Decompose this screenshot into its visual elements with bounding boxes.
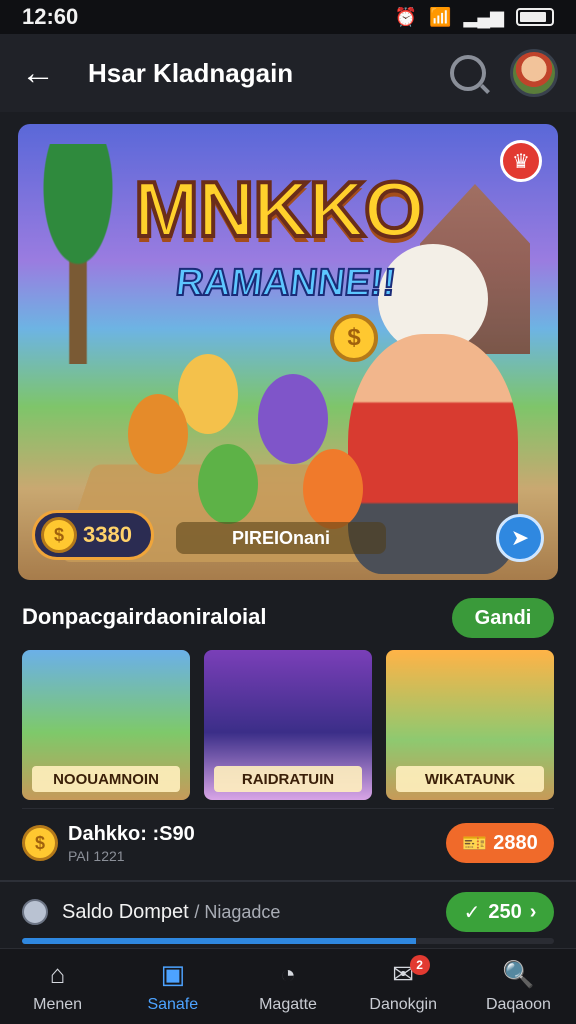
home-icon: ⌂ xyxy=(49,959,66,989)
nav-item-games[interactable]: ▣ Sanafe xyxy=(115,949,230,1024)
coin-icon: $ xyxy=(41,517,77,553)
coin-row-text: Dahkko: :S90 PAI 1221 xyxy=(68,823,195,864)
status-bar: 12:60 ⏰ 📶 ▂▄▆ xyxy=(0,0,576,34)
hero-banner[interactable]: MNKKO RAMANNE!! ♛ $ $ 3380 PIREIOnani ➤ xyxy=(18,124,558,580)
nav-item-search[interactable]: 🔍 Daqaoon xyxy=(461,949,576,1024)
nav-item-label: Daqaoon xyxy=(485,995,551,1013)
wifi-icon: 📶 xyxy=(429,6,452,27)
coin-icon: $ xyxy=(330,314,378,362)
coin-row-button[interactable]: 🎫 2880 xyxy=(446,823,554,863)
nav-item-label: Sanafe xyxy=(147,995,199,1013)
wallet-label-main: Saldo Dompet xyxy=(62,900,189,923)
back-button[interactable]: ← xyxy=(18,53,58,93)
game-card-label: RAIDRATUIN xyxy=(214,766,362,792)
section-button[interactable]: Gandi xyxy=(452,598,554,638)
wallet-button-value: 250 xyxy=(488,900,522,923)
section-title: Donpacgairdaoniraloial xyxy=(22,604,267,629)
status-time: 12:60 xyxy=(22,4,79,29)
character-graphic xyxy=(128,394,188,474)
progress-fill xyxy=(22,938,416,944)
crown-icon: ♛ xyxy=(512,150,530,173)
nav-item-inbox[interactable]: ✉ 2 Danokgin xyxy=(346,949,461,1024)
compass-icon: ◔ xyxy=(280,959,296,989)
wallet-label: Saldo Dompet / Niagadce xyxy=(62,901,280,924)
search-icon: 🔍 xyxy=(502,959,535,989)
bottom-nav: ⌂ Menen ▣ Sanafe ◔ Magatte ✉ 2 Danokgin … xyxy=(0,948,576,1024)
character-graphic xyxy=(198,444,258,524)
coin-row: $ Dahkko: :S90 PAI 1221 🎫 2880 xyxy=(22,820,554,866)
nav-item-label: Menen xyxy=(33,995,83,1013)
divider xyxy=(22,808,554,809)
character-graphic xyxy=(258,374,328,464)
coin-row-title: Dahkko: :S90 xyxy=(68,822,195,845)
divider xyxy=(0,880,576,882)
nav-item-home[interactable]: ⌂ Menen xyxy=(0,949,115,1024)
nav-item-explore[interactable]: ◔ Magatte xyxy=(230,949,345,1024)
games-icon: ▣ xyxy=(160,959,186,989)
wallet-icon xyxy=(22,899,48,925)
wallet-label-muted: / Niagadce xyxy=(194,901,281,922)
coin-balance-pill[interactable]: $ 3380 xyxy=(32,510,154,560)
ticket-icon: 🎫 xyxy=(462,832,488,855)
game-card[interactable]: WIKATAUNK xyxy=(386,650,554,800)
battery-icon xyxy=(516,8,554,26)
status-icons: ⏰ 📶 ▂▄▆ xyxy=(395,7,554,28)
nav-item-label: Magatte xyxy=(259,995,317,1013)
character-graphic xyxy=(178,354,238,434)
share-button[interactable]: ➤ xyxy=(496,514,544,562)
chevron-right-icon: › xyxy=(529,900,537,923)
notification-badge: 2 xyxy=(409,955,430,975)
progress-bar xyxy=(22,938,554,944)
hero-title: MNKKO xyxy=(132,163,427,255)
hero-subtitle: RAMANNE!! xyxy=(173,261,399,305)
game-card-label: WIKATAUNK xyxy=(396,766,544,792)
app-title: Hsar Kladnagain xyxy=(88,57,294,88)
coin-row-subtitle: PAI 1221 xyxy=(68,847,125,864)
back-arrow-icon: ← xyxy=(21,53,55,92)
character-graphic xyxy=(303,449,363,529)
games-list: NOOUAMNOIN RAIDRATUIN WIKATAUNK xyxy=(22,650,554,800)
wallet-button[interactable]: ✓ 250 › xyxy=(446,892,554,932)
game-card[interactable]: RAIDRATUIN xyxy=(204,650,372,800)
game-card[interactable]: NOOUAMNOIN xyxy=(22,650,190,800)
nav-item-label: Danokgin xyxy=(369,995,438,1013)
coin-row-button-value: 2880 xyxy=(493,831,538,854)
app-bar: ← Hsar Kladnagain xyxy=(0,34,576,112)
alarm-icon: ⏰ xyxy=(394,6,418,27)
game-card-label: NOOUAMNOIN xyxy=(32,766,180,792)
search-icon[interactable] xyxy=(450,55,486,91)
signal-icon: ▂▄▆ xyxy=(463,6,504,27)
play-label[interactable]: PIREIOnani xyxy=(176,522,386,554)
crown-button[interactable]: ♛ xyxy=(500,140,542,182)
coin-balance-value: 3380 xyxy=(83,522,132,547)
send-icon: ➤ xyxy=(510,525,530,550)
wallet-row: Saldo Dompet / Niagadce ✓ 250 › xyxy=(22,892,554,932)
check-icon: ✓ xyxy=(463,901,481,924)
avatar[interactable] xyxy=(510,49,558,97)
coin-icon: $ xyxy=(22,825,58,861)
